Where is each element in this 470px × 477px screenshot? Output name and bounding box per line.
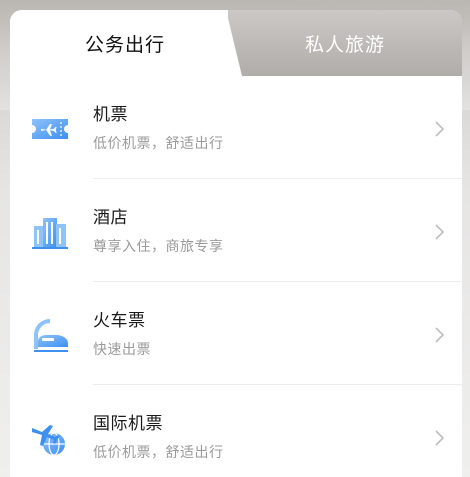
service-subtitle: 低价机票，舒适出行	[93, 136, 224, 152]
service-title: 火车票	[93, 311, 146, 331]
travel-service-card: 私人旅游 公务出行 机票 低价机票，舒适出行 酒店 尊享入住，商旅专享 火车票 …	[10, 10, 462, 477]
service-subtitle: 尊享入住，商旅专享	[93, 239, 224, 255]
service-title: 酒店	[93, 208, 128, 228]
tab-business-travel[interactable]: 公务出行	[10, 10, 242, 76]
service-item-hotel[interactable]: 酒店 尊享入住，商旅专享	[10, 179, 462, 282]
train-icon	[28, 313, 72, 357]
chevron-right-icon	[432, 429, 446, 447]
hotel-building-icon	[28, 210, 72, 254]
service-subtitle: 快速出票	[93, 342, 151, 358]
chevron-right-icon	[432, 223, 446, 241]
service-item-international-flight[interactable]: 国际机票 低价机票，舒适出行	[10, 385, 462, 477]
service-item-flight[interactable]: 机票 低价机票，舒适出行	[10, 76, 462, 179]
tab-private-travel[interactable]: 私人旅游	[228, 10, 462, 76]
service-list: 机票 低价机票，舒适出行 酒店 尊享入住，商旅专享 火车票 快速出票 国际机票 …	[10, 76, 462, 477]
service-subtitle: 低价机票，舒适出行	[93, 445, 224, 461]
chevron-right-icon	[432, 326, 446, 344]
service-item-train[interactable]: 火车票 快速出票	[10, 282, 462, 385]
tab-bar: 私人旅游 公务出行	[10, 10, 462, 76]
international-flight-icon	[28, 416, 72, 460]
service-title: 机票	[93, 105, 128, 125]
plane-ticket-icon	[28, 107, 72, 151]
chevron-right-icon	[432, 120, 446, 138]
service-title: 国际机票	[93, 414, 163, 434]
